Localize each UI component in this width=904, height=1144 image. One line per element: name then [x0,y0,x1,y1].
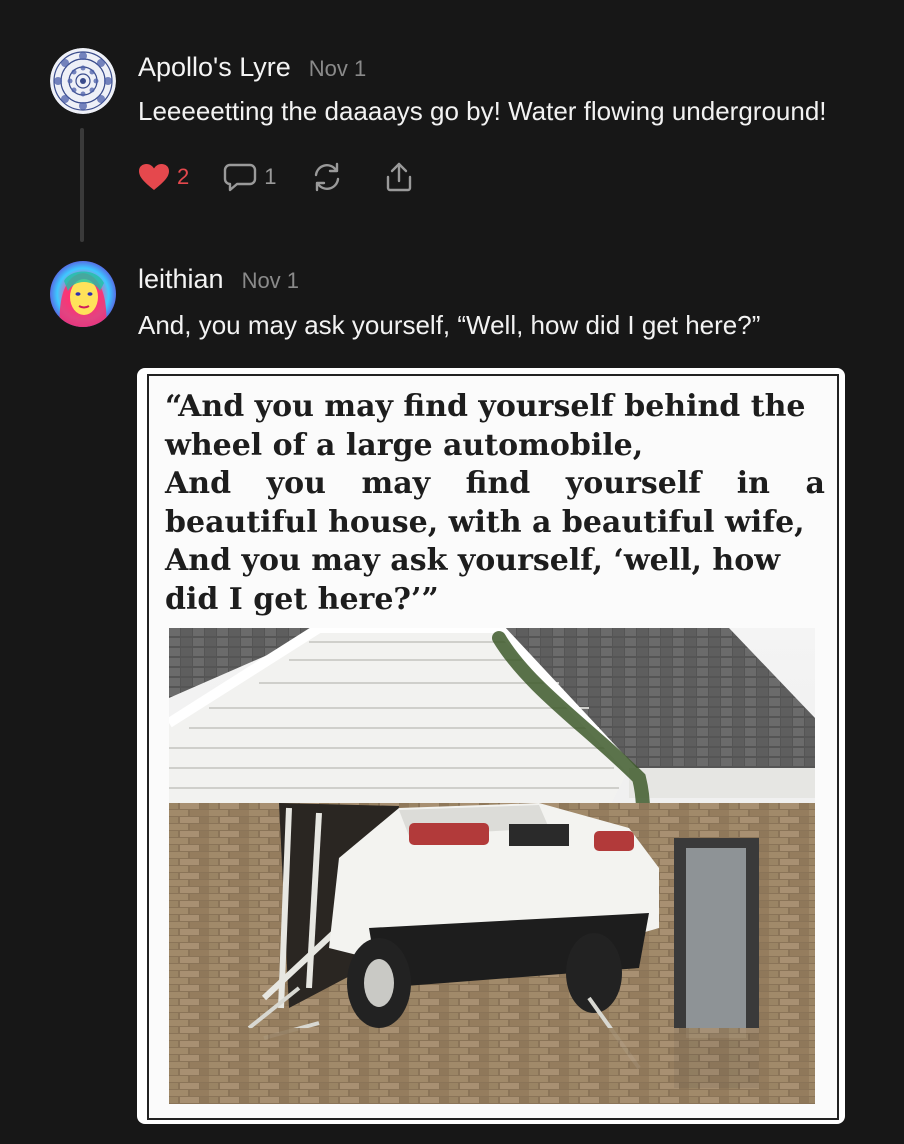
like-count: 2 [177,164,190,189]
comment-text: And, you may ask yourself, “Well, how di… [138,310,761,340]
mandala-icon [50,48,116,114]
quote-line: And you may find yourself in a [165,465,825,504]
reply-button[interactable]: 1 [223,162,277,192]
quote-word: you [266,466,326,501]
comment-header: leithian Nov 1 [138,264,299,295]
quote-line: And you may ask yourself, ‘well, how [165,543,781,578]
reply-count: 1 [264,164,277,189]
meme-quote: “And you may find yourself behind the wh… [165,388,825,619]
avatar-apollos-lyre[interactable] [50,48,116,114]
quote-word: a [805,466,825,501]
quote-line: wheel of a large automobile, [165,427,644,463]
quote-word: find [465,466,531,501]
author-name[interactable]: leithian [138,264,224,295]
quote-line: did I get here?’” [165,581,439,617]
restack-icon [314,162,339,192]
comment-bubble-icon [224,163,257,192]
restack-button[interactable] [311,161,343,193]
car-crashed-into-house-photo [169,628,815,1104]
quote-line: “And you may find yourself behind the [165,389,806,424]
portrait-avatar [50,261,116,327]
comment-date[interactable]: Nov 1 [309,56,366,82]
quote-line: beautiful house, with a beautiful wife, [165,504,805,540]
author-name[interactable]: Apollo's Lyre [138,52,291,83]
meme-frame: “And you may find yourself behind the wh… [147,374,839,1120]
share-button[interactable] [383,161,415,193]
quote-word: yourself [565,466,702,501]
quote-word: in [736,466,770,501]
comment-text: Leeeeetting the daaaays go by! Water flo… [138,96,827,126]
comment-date[interactable]: Nov 1 [242,268,299,294]
attached-image[interactable]: “And you may find yourself behind the wh… [137,368,845,1124]
quote-word: And [165,466,232,501]
thread-connector-line [80,128,84,242]
heart-icon [139,164,169,190]
quote-word: may [361,466,431,501]
share-icon [386,162,411,192]
like-button[interactable]: 2 [138,163,189,191]
avatar-leithian[interactable] [50,261,116,327]
comment-header: Apollo's Lyre Nov 1 [138,52,366,83]
comment-actions: 2 1 [138,160,415,194]
